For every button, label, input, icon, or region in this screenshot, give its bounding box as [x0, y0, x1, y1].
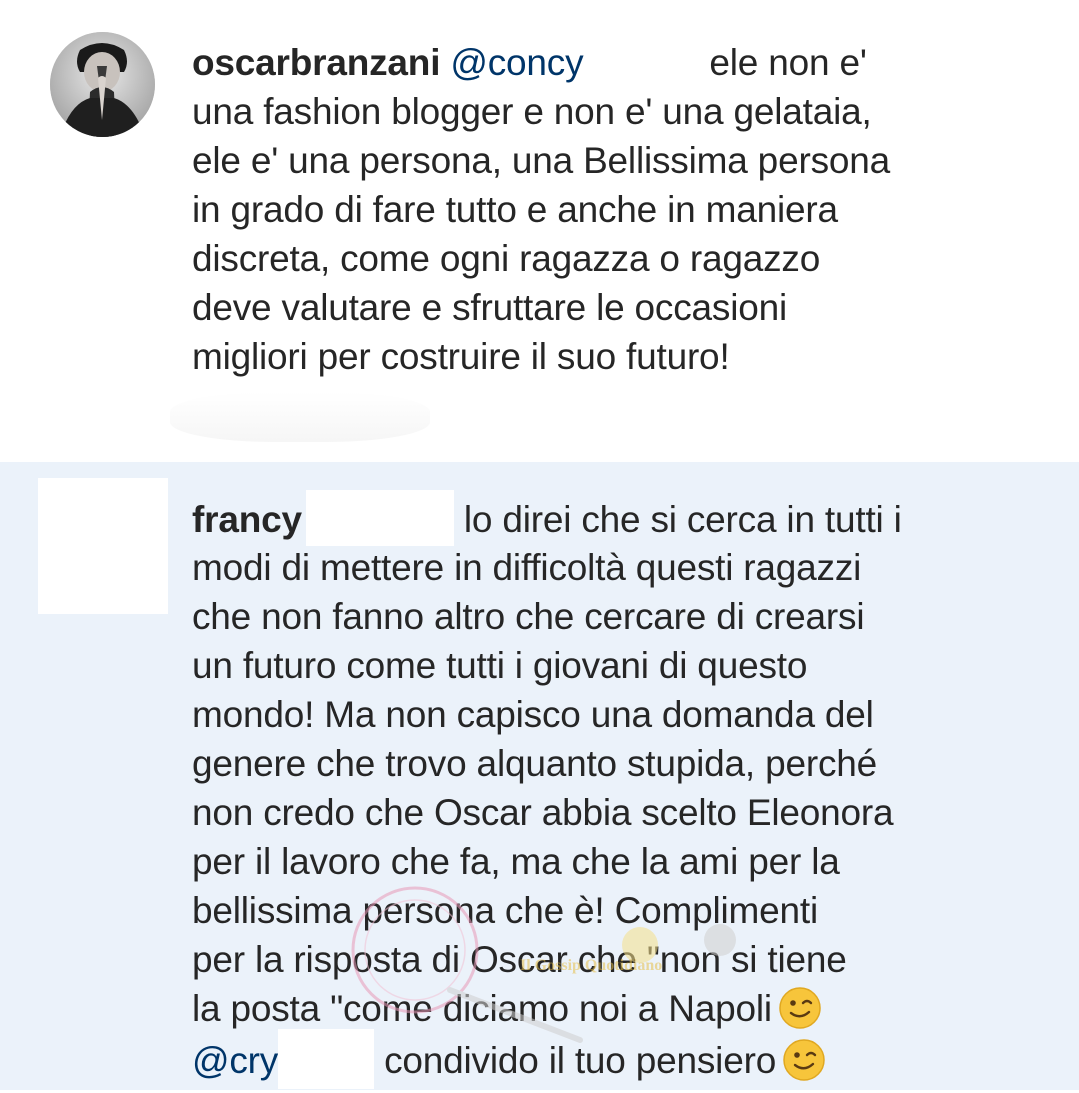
- avatar[interactable]: [50, 32, 155, 137]
- comment-text: francy lo direi che si cerca in tutti i m…: [192, 490, 1052, 1089]
- comment-line: @cry condivido il tuo pensiero: [192, 1029, 1052, 1089]
- winking-face-icon: [779, 987, 821, 1029]
- comment-line: la posta "come diciamo noi a Napoli: [192, 984, 1052, 1033]
- comment-line: modi di mettere in difficoltà questi rag…: [192, 547, 862, 588]
- redacted-name: [278, 1029, 375, 1089]
- user-praying-avatar-icon: [50, 32, 155, 137]
- avatar-redacted[interactable]: [38, 478, 168, 614]
- comment-line-text: la posta "come diciamo noi a Napoli: [192, 988, 772, 1029]
- comment-line-text: ele non e': [709, 42, 867, 83]
- comment-line: oscarbranzani @concy ele non e': [192, 38, 1052, 87]
- comment-username[interactable]: oscarbranzani: [192, 42, 440, 83]
- mention-link[interactable]: @concy: [450, 42, 583, 83]
- comment-username[interactable]: francy: [192, 499, 302, 540]
- comment-line: migliori per costruire il suo futuro!: [192, 336, 730, 377]
- smudge: [170, 392, 430, 442]
- comment-text: oscarbranzani @concy ele non e' una fashi…: [192, 38, 1052, 381]
- comment-line: discreta, come ogni ragazza o ragazzo: [192, 238, 821, 279]
- redacted-name: [305, 490, 454, 546]
- comment-line: per la risposta di Oscar che "non si tie…: [192, 939, 847, 980]
- comment-line: francy lo direi che si cerca in tutti i: [192, 490, 1052, 546]
- comment-line: mondo! Ma non capisco una domanda del: [192, 694, 874, 735]
- comment-line: in grado di fare tutto e anche in manier…: [192, 189, 838, 230]
- mention-link[interactable]: @cry: [192, 1040, 278, 1081]
- winking-face-icon: [783, 1039, 825, 1081]
- comment-line-text: lo direi che si cerca in tutti i: [463, 498, 902, 540]
- comment-line: che non fanno altro che cercare di crear…: [192, 596, 865, 637]
- comment-line: non credo che Oscar abbia scelto Eleonor…: [192, 792, 894, 833]
- comment-line: bellissima persona che è! Complimenti: [192, 890, 818, 931]
- comment-line-text: condivido il tuo pensiero: [384, 1039, 777, 1081]
- comment-line: un futuro come tutti i giovani di questo: [192, 645, 808, 686]
- comment-line: ele e' una persona, una Bellissima perso…: [192, 140, 890, 181]
- comment-line: una fashion blogger e non e' una gelatai…: [192, 91, 872, 132]
- comment-line: deve valutare e sfruttare le occasioni: [192, 287, 788, 328]
- comment-line: genere che trovo alquanto stupida, perch…: [192, 743, 878, 784]
- comment-oscarbranzani: oscarbranzani @concy ele non e' una fashi…: [0, 0, 1079, 462]
- comment-line: per il lavoro che fa, ma che la ami per …: [192, 841, 840, 882]
